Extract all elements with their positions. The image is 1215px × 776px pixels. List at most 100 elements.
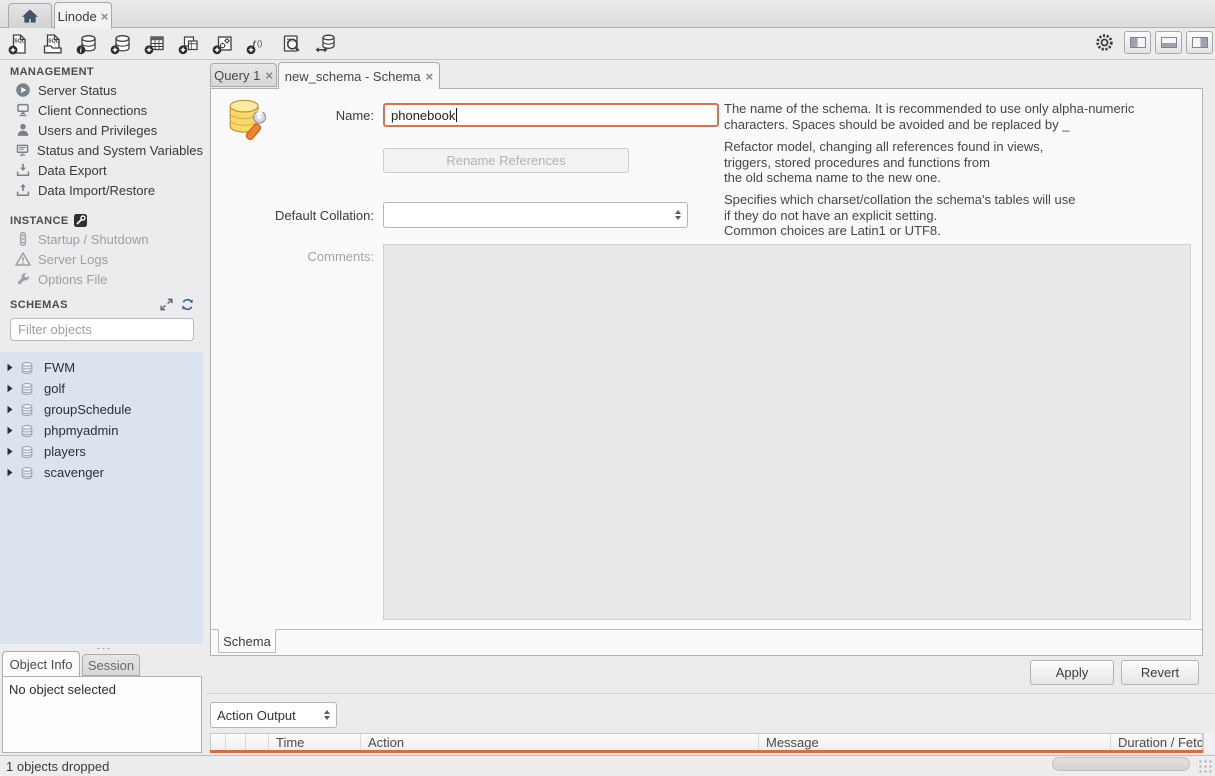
close-icon[interactable]: × xyxy=(265,68,273,83)
sidebar-item-data-export[interactable]: Data Export xyxy=(0,160,203,180)
schema-icon xyxy=(20,466,34,480)
connection-tab-linode[interactable]: Linode × xyxy=(54,2,112,29)
output-vertical-scrollbar[interactable] xyxy=(1203,733,1214,753)
expander-icon[interactable] xyxy=(6,468,15,477)
sidebar-item-server-logs[interactable]: Server Logs xyxy=(0,249,203,269)
toggle-bottom-panel-icon[interactable] xyxy=(1155,31,1182,54)
expander-icon[interactable] xyxy=(6,447,15,456)
left-panel-glyph xyxy=(1130,37,1146,48)
expander-icon[interactable] xyxy=(6,384,15,393)
data-import-icon xyxy=(15,182,31,198)
action-output-header: Time Action Message Duration / Fetch xyxy=(210,733,1203,750)
schema-filter-box xyxy=(10,318,194,341)
schema-item-groupschedule[interactable]: groupSchedule xyxy=(0,399,203,420)
bottom-panel-glyph xyxy=(1161,37,1177,48)
home-tab[interactable] xyxy=(8,3,52,28)
open-sql-file-icon[interactable]: SQL xyxy=(39,31,66,57)
instance-title: INSTANCE xyxy=(10,215,69,227)
close-icon[interactable]: × xyxy=(426,69,434,84)
schema-name-input[interactable]: phonebook xyxy=(383,103,719,127)
sidebar-item-label: Data Import/Restore xyxy=(38,183,155,198)
schema-icon xyxy=(20,403,34,417)
svg-text:(): () xyxy=(257,39,263,48)
collation-combo[interactable] xyxy=(383,202,688,228)
refresh-schemas-icon[interactable] xyxy=(180,297,195,312)
column-time[interactable]: Time xyxy=(269,734,361,750)
schema-item-label: groupSchedule xyxy=(39,402,131,417)
inspect-database-icon[interactable]: i xyxy=(73,31,100,57)
stepper-icon[interactable] xyxy=(675,210,681,220)
stepper-icon[interactable] xyxy=(324,710,330,720)
button-label: Rename References xyxy=(446,153,565,168)
schema-item-golf[interactable]: golf xyxy=(0,378,203,399)
sidebar-item-server-status[interactable]: Server Status xyxy=(0,80,203,100)
schema-item-scavenger[interactable]: scavenger xyxy=(0,462,203,483)
tab-object-info[interactable]: Object Info xyxy=(2,651,80,677)
toggle-right-sidebar-icon[interactable] xyxy=(1186,31,1213,54)
column-action[interactable]: Action xyxy=(361,734,759,750)
tab-query-1[interactable]: Query 1 × xyxy=(210,63,277,87)
column-label: Message xyxy=(766,735,819,750)
schema-item-label: players xyxy=(39,444,86,459)
server-status-icon xyxy=(15,82,31,98)
text-caret xyxy=(456,108,457,122)
tab-new-schema[interactable]: new_schema - Schema × xyxy=(278,62,440,89)
column-duration-fetch[interactable]: Duration / Fetch xyxy=(1111,734,1202,750)
svg-text:i: i xyxy=(79,46,81,54)
comments-textarea xyxy=(383,244,1191,620)
client-connections-icon xyxy=(15,102,31,118)
output-selector[interactable]: Action Output xyxy=(210,702,337,728)
column-blank[interactable] xyxy=(246,734,269,750)
tab-label: Schema xyxy=(223,634,271,649)
bottom-tab-divider xyxy=(211,629,1202,630)
schema-item-phpmyadmin[interactable]: phpmyadmin xyxy=(0,420,203,441)
new-sql-file-icon[interactable]: SQL xyxy=(5,31,32,57)
startup-shutdown-icon xyxy=(15,231,31,247)
schema-icon xyxy=(20,361,34,375)
create-view-icon[interactable] xyxy=(175,31,202,57)
tab-label: Query 1 xyxy=(214,68,260,83)
reconnect-database-icon[interactable] xyxy=(311,31,338,57)
sidebar-item-options-file[interactable]: Options File xyxy=(0,269,203,289)
sidebar-item-data-import[interactable]: Data Import/Restore xyxy=(0,180,203,200)
mysql-workbench-window: { "ui": { "close_glyph": "×" }, "window"… xyxy=(0,0,1215,776)
window-resize-grip[interactable] xyxy=(1198,759,1213,774)
tab-session[interactable]: Session xyxy=(82,654,140,676)
column-blank[interactable] xyxy=(226,734,246,750)
tab-label: new_schema - Schema xyxy=(285,69,421,84)
preferences-gear-icon[interactable] xyxy=(1092,31,1116,54)
object-info-panel: No object selected xyxy=(2,676,202,753)
search-objects-icon[interactable] xyxy=(277,31,304,57)
sidebar-item-label: Users and Privileges xyxy=(38,123,157,138)
sidebar-item-client-connections[interactable]: Client Connections xyxy=(0,100,203,120)
revert-button[interactable]: Revert xyxy=(1121,660,1199,685)
tab-schema-bottom[interactable]: Schema xyxy=(218,629,276,653)
sidebar-item-users-and-privileges[interactable]: Users and Privileges xyxy=(0,120,203,140)
create-procedure-icon[interactable] xyxy=(209,31,236,57)
create-schema-icon[interactable] xyxy=(107,31,134,57)
status-text: 1 objects dropped xyxy=(6,759,109,774)
column-blank[interactable] xyxy=(211,734,226,750)
expander-icon[interactable] xyxy=(6,405,15,414)
column-message[interactable]: Message xyxy=(759,734,1111,750)
create-table-icon[interactable] xyxy=(141,31,168,57)
expander-icon[interactable] xyxy=(6,363,15,372)
close-icon[interactable]: × xyxy=(101,9,109,24)
expander-icon[interactable] xyxy=(6,426,15,435)
users-icon xyxy=(15,122,31,138)
toggle-left-sidebar-icon[interactable] xyxy=(1124,31,1151,54)
sidebar-item-label: Startup / Shutdown xyxy=(38,232,149,247)
expand-schemas-icon[interactable] xyxy=(159,297,174,312)
schema-item-fwm[interactable]: FWM xyxy=(0,357,203,378)
collation-help-text: Specifies which charset/collation the sc… xyxy=(724,192,1202,239)
sidebar-item-status-system-variables[interactable]: Status and System Variables xyxy=(0,140,203,160)
create-function-icon[interactable]: f() xyxy=(243,31,270,57)
schema-item-label: golf xyxy=(39,381,65,396)
apply-button[interactable]: Apply xyxy=(1030,660,1114,685)
output-horizontal-scrollbar-thumb[interactable] xyxy=(1052,757,1190,771)
schema-item-players[interactable]: players xyxy=(0,441,203,462)
sidebar-item-startup-shutdown[interactable]: Startup / Shutdown xyxy=(0,229,203,249)
svg-text:SQL: SQL xyxy=(14,38,25,44)
rename-help-text: Refactor model, changing all references … xyxy=(724,139,1202,186)
schema-filter-input[interactable] xyxy=(18,322,194,337)
